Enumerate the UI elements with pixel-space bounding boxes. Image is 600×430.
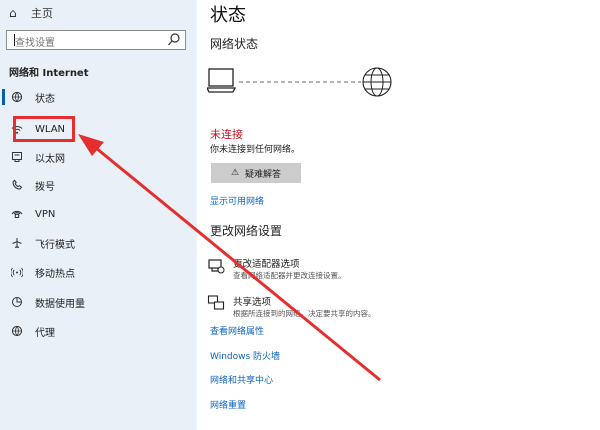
active-indicator (2, 89, 5, 105)
connection-description: 你未连接到任何网络。 (210, 145, 301, 155)
hotspot-icon (9, 265, 25, 279)
sidebar-item-ethernet[interactable]: 以太网 (9, 149, 65, 165)
sidebar-item-airplane[interactable]: 飞行模式 (9, 235, 75, 251)
globe-icon (9, 90, 25, 104)
change-settings-heading: 更改网络设置 (210, 224, 283, 238)
section-title: 网络和 Internet (9, 68, 89, 79)
sidebar-item-label: 拨号 (35, 181, 55, 193)
airplane-icon (9, 236, 25, 250)
sidebar: ⌂ 主页 网络和 Internet 状态 WLAN 以太网 拨号 (0, 0, 197, 430)
network-sharing-center-link[interactable]: 网络和共享中心 (210, 373, 273, 386)
network-diagram (207, 67, 392, 97)
search-input[interactable] (7, 34, 165, 53)
data-usage-icon (9, 295, 25, 309)
main-content: 状态 网络状态 未连接 你未连接到任何网络。 ⚠ 疑难解答 显示可用网络 更改网… (197, 0, 600, 430)
troubleshoot-label: 疑难解答 (245, 169, 282, 180)
sharing-icon (207, 295, 225, 310)
adapter-options-desc: 查看网络适配器并更改连接设置。 (233, 271, 346, 280)
adapter-icon (208, 259, 225, 274)
home-label: 主页 (31, 7, 53, 20)
computer-icon (207, 68, 237, 93)
home-icon: ⌂ (9, 6, 17, 20)
dial-up-icon (9, 178, 25, 192)
connection-status: 未连接 (210, 128, 243, 141)
proxy-globe-icon (9, 324, 25, 338)
text-cursor (14, 34, 15, 46)
view-network-properties-link[interactable]: 查看网络属性 (210, 324, 264, 337)
sidebar-item-label: 飞行模式 (35, 239, 75, 251)
sidebar-item-dialup[interactable]: 拨号 (9, 177, 55, 193)
highlight-box (13, 116, 75, 142)
ethernet-icon (9, 150, 25, 164)
sidebar-item-status[interactable]: 状态 (9, 89, 55, 105)
sidebar-item-label: 状态 (35, 93, 55, 105)
internet-globe-icon (362, 67, 392, 97)
search-icon[interactable] (167, 32, 181, 48)
change-adapter-options-link[interactable]: 更改适配器选项 (233, 256, 300, 270)
sidebar-item-label: 代理 (35, 327, 55, 339)
sharing-options-link[interactable]: 共享选项 (233, 294, 271, 308)
show-available-networks-link[interactable]: 显示可用网络 (210, 194, 264, 207)
sidebar-item-label: 移动热点 (35, 268, 75, 280)
sidebar-item-label: 数据使用量 (35, 298, 85, 310)
windows-firewall-link[interactable]: Windows 防火墙 (210, 349, 280, 362)
sidebar-item-proxy[interactable]: 代理 (9, 323, 55, 339)
network-status-heading: 网络状态 (210, 37, 259, 51)
vpn-icon (9, 207, 25, 221)
warning-icon: ⚠ (230, 168, 240, 178)
troubleshoot-button[interactable]: ⚠ 疑难解答 (211, 163, 301, 183)
sidebar-item-vpn[interactable]: VPN (9, 206, 55, 222)
sidebar-item-label: 以太网 (35, 153, 65, 165)
sharing-options-desc: 根据所连接到的网络，决定要共享的内容。 (233, 309, 376, 318)
page-title: 状态 (210, 5, 246, 26)
network-reset-link[interactable]: 网络重置 (210, 398, 246, 411)
sidebar-item-label: VPN (35, 208, 56, 220)
sidebar-item-data-usage[interactable]: 数据使用量 (9, 294, 85, 310)
search-box[interactable] (6, 30, 186, 53)
sidebar-item-hotspot[interactable]: 移动热点 (9, 264, 75, 280)
sidebar-item-home[interactable]: ⌂ 主页 (9, 4, 53, 22)
